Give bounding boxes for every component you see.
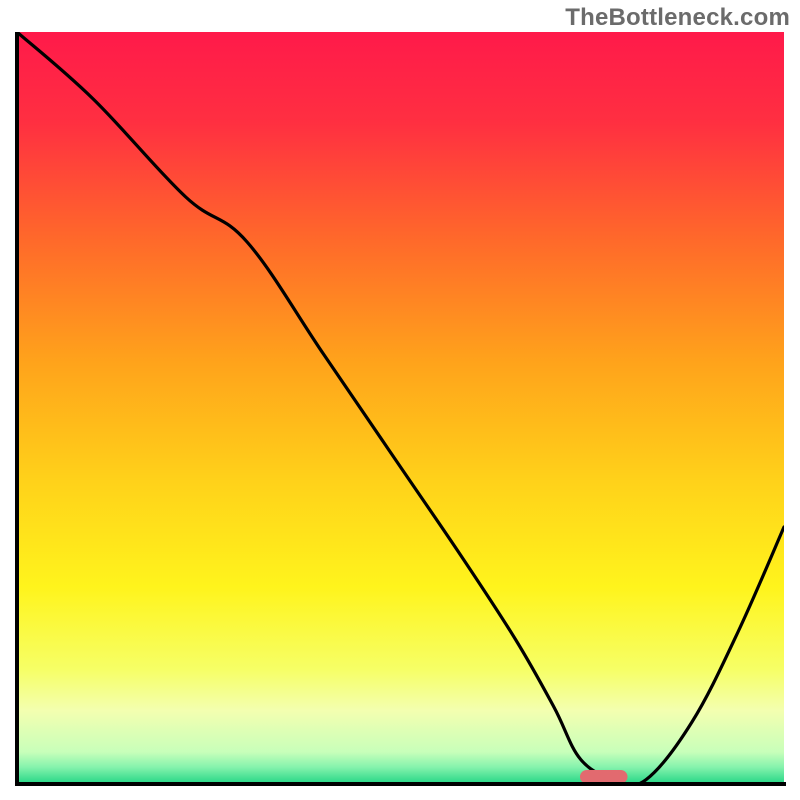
chart-root: TheBottleneck.com — [0, 0, 800, 800]
watermark-text: TheBottleneck.com — [565, 4, 790, 32]
axes-frame — [15, 32, 786, 786]
